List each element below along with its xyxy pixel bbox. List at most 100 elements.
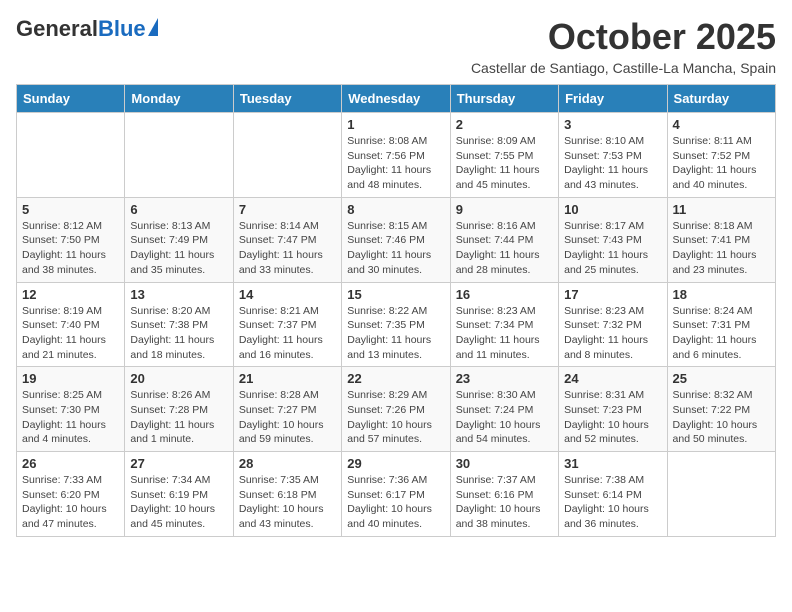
- logo: General Blue: [16, 16, 158, 42]
- day-number: 3: [564, 117, 661, 132]
- day-info: Sunrise: 7:38 AM Sunset: 6:14 PM Dayligh…: [564, 473, 661, 532]
- day-info: Sunrise: 8:32 AM Sunset: 7:22 PM Dayligh…: [673, 388, 770, 447]
- day-number: 6: [130, 202, 227, 217]
- day-info: Sunrise: 7:36 AM Sunset: 6:17 PM Dayligh…: [347, 473, 444, 532]
- day-number: 27: [130, 456, 227, 471]
- calendar-week-row: 19 Sunrise: 8:25 AM Sunset: 7:30 PM Dayli…: [17, 367, 776, 452]
- day-header-friday: Friday: [559, 85, 667, 113]
- day-header-wednesday: Wednesday: [342, 85, 450, 113]
- day-info: Sunrise: 8:16 AM Sunset: 7:44 PM Dayligh…: [456, 219, 553, 278]
- day-info: Sunrise: 7:33 AM Sunset: 6:20 PM Dayligh…: [22, 473, 119, 532]
- calendar-cell: 16 Sunrise: 8:23 AM Sunset: 7:34 PM Dayli…: [450, 282, 558, 367]
- day-number: 8: [347, 202, 444, 217]
- calendar-cell: 2Sunrise: 8:09 AM Sunset: 7:55 PM Daylig…: [450, 113, 558, 198]
- day-number: 29: [347, 456, 444, 471]
- logo-triangle-icon: [148, 18, 158, 36]
- calendar-table: SundayMondayTuesdayWednesdayThursdayFrid…: [16, 84, 776, 537]
- day-number: 16: [456, 287, 553, 302]
- day-number: 22: [347, 371, 444, 386]
- calendar-cell: 22 Sunrise: 8:29 AM Sunset: 7:26 PM Dayli…: [342, 367, 450, 452]
- day-info: Sunrise: 8:29 AM Sunset: 7:26 PM Dayligh…: [347, 388, 444, 447]
- day-header-thursday: Thursday: [450, 85, 558, 113]
- calendar-cell: 15 Sunrise: 8:22 AM Sunset: 7:35 PM Dayli…: [342, 282, 450, 367]
- page-header: General Blue October 2025 Castellar de S…: [16, 16, 776, 76]
- day-info: Sunrise: 8:30 AM Sunset: 7:24 PM Dayligh…: [456, 388, 553, 447]
- day-number: 28: [239, 456, 336, 471]
- day-info: Sunrise: 8:28 AM Sunset: 7:27 PM Dayligh…: [239, 388, 336, 447]
- calendar-cell: 19 Sunrise: 8:25 AM Sunset: 7:30 PM Dayli…: [17, 367, 125, 452]
- day-info: Sunrise: 7:37 AM Sunset: 6:16 PM Dayligh…: [456, 473, 553, 532]
- day-number: 26: [22, 456, 119, 471]
- day-number: 10: [564, 202, 661, 217]
- calendar-cell: 6 Sunrise: 8:13 AM Sunset: 7:49 PM Daylig…: [125, 197, 233, 282]
- day-info: Sunrise: 8:12 AM Sunset: 7:50 PM Dayligh…: [22, 219, 119, 278]
- calendar-cell: 30 Sunrise: 7:37 AM Sunset: 6:16 PM Dayli…: [450, 452, 558, 537]
- day-number: 9: [456, 202, 553, 217]
- day-info: Sunrise: 8:26 AM Sunset: 7:28 PM Dayligh…: [130, 388, 227, 447]
- calendar-cell: 4Sunrise: 8:11 AM Sunset: 7:52 PM Daylig…: [667, 113, 775, 198]
- month-title: October 2025: [471, 16, 776, 58]
- day-number: 23: [456, 371, 553, 386]
- calendar-cell: [667, 452, 775, 537]
- calendar-week-row: 26 Sunrise: 7:33 AM Sunset: 6:20 PM Dayli…: [17, 452, 776, 537]
- day-info: Sunrise: 8:21 AM Sunset: 7:37 PM Dayligh…: [239, 304, 336, 363]
- day-number: 19: [22, 371, 119, 386]
- day-info: Sunrise: 8:08 AM Sunset: 7:56 PM Dayligh…: [347, 134, 444, 193]
- calendar-cell: 12Sunrise: 8:19 AM Sunset: 7:40 PM Dayli…: [17, 282, 125, 367]
- calendar-cell: 17 Sunrise: 8:23 AM Sunset: 7:32 PM Dayli…: [559, 282, 667, 367]
- day-info: Sunrise: 8:09 AM Sunset: 7:55 PM Dayligh…: [456, 134, 553, 193]
- calendar-cell: 24 Sunrise: 8:31 AM Sunset: 7:23 PM Dayli…: [559, 367, 667, 452]
- day-number: 21: [239, 371, 336, 386]
- logo-blue-text: Blue: [98, 16, 146, 42]
- day-info: Sunrise: 8:14 AM Sunset: 7:47 PM Dayligh…: [239, 219, 336, 278]
- calendar-cell: [17, 113, 125, 198]
- day-number: 15: [347, 287, 444, 302]
- calendar-cell: 18Sunrise: 8:24 AM Sunset: 7:31 PM Dayli…: [667, 282, 775, 367]
- day-header-tuesday: Tuesday: [233, 85, 341, 113]
- day-info: Sunrise: 8:22 AM Sunset: 7:35 PM Dayligh…: [347, 304, 444, 363]
- calendar-cell: 13 Sunrise: 8:20 AM Sunset: 7:38 PM Dayli…: [125, 282, 233, 367]
- day-header-saturday: Saturday: [667, 85, 775, 113]
- logo-general-text: General: [16, 16, 98, 42]
- day-number: 30: [456, 456, 553, 471]
- day-info: Sunrise: 7:35 AM Sunset: 6:18 PM Dayligh…: [239, 473, 336, 532]
- day-number: 1: [347, 117, 444, 132]
- day-number: 24: [564, 371, 661, 386]
- day-info: Sunrise: 8:19 AM Sunset: 7:40 PM Dayligh…: [22, 304, 119, 363]
- calendar-cell: 20 Sunrise: 8:26 AM Sunset: 7:28 PM Dayli…: [125, 367, 233, 452]
- day-info: Sunrise: 8:17 AM Sunset: 7:43 PM Dayligh…: [564, 219, 661, 278]
- day-info: Sunrise: 8:13 AM Sunset: 7:49 PM Dayligh…: [130, 219, 227, 278]
- day-info: Sunrise: 8:25 AM Sunset: 7:30 PM Dayligh…: [22, 388, 119, 447]
- title-section: October 2025 Castellar de Santiago, Cast…: [471, 16, 776, 76]
- calendar-cell: [125, 113, 233, 198]
- calendar-cell: 11Sunrise: 8:18 AM Sunset: 7:41 PM Dayli…: [667, 197, 775, 282]
- calendar-cell: 5 Sunrise: 8:12 AM Sunset: 7:50 PM Daylig…: [17, 197, 125, 282]
- day-number: 14: [239, 287, 336, 302]
- day-number: 13: [130, 287, 227, 302]
- calendar-cell: 3 Sunrise: 8:10 AM Sunset: 7:53 PM Daylig…: [559, 113, 667, 198]
- day-info: Sunrise: 8:31 AM Sunset: 7:23 PM Dayligh…: [564, 388, 661, 447]
- day-info: Sunrise: 8:15 AM Sunset: 7:46 PM Dayligh…: [347, 219, 444, 278]
- day-number: 7: [239, 202, 336, 217]
- day-info: Sunrise: 8:10 AM Sunset: 7:53 PM Dayligh…: [564, 134, 661, 193]
- day-info: Sunrise: 8:23 AM Sunset: 7:32 PM Dayligh…: [564, 304, 661, 363]
- day-info: Sunrise: 8:20 AM Sunset: 7:38 PM Dayligh…: [130, 304, 227, 363]
- calendar-cell: 26 Sunrise: 7:33 AM Sunset: 6:20 PM Dayli…: [17, 452, 125, 537]
- day-number: 11: [673, 202, 770, 217]
- calendar-cell: 21 Sunrise: 8:28 AM Sunset: 7:27 PM Dayli…: [233, 367, 341, 452]
- day-number: 17: [564, 287, 661, 302]
- calendar-header-row: SundayMondayTuesdayWednesdayThursdayFrid…: [17, 85, 776, 113]
- calendar-cell: 9 Sunrise: 8:16 AM Sunset: 7:44 PM Daylig…: [450, 197, 558, 282]
- calendar-cell: 25Sunrise: 8:32 AM Sunset: 7:22 PM Dayli…: [667, 367, 775, 452]
- calendar-cell: [233, 113, 341, 198]
- day-number: 5: [22, 202, 119, 217]
- calendar-cell: 10 Sunrise: 8:17 AM Sunset: 7:43 PM Dayli…: [559, 197, 667, 282]
- location-subtitle: Castellar de Santiago, Castille-La Manch…: [471, 60, 776, 76]
- day-header-sunday: Sunday: [17, 85, 125, 113]
- calendar-cell: 1 Sunrise: 8:08 AM Sunset: 7:56 PM Daylig…: [342, 113, 450, 198]
- day-info: Sunrise: 8:23 AM Sunset: 7:34 PM Dayligh…: [456, 304, 553, 363]
- day-number: 20: [130, 371, 227, 386]
- day-info: Sunrise: 7:34 AM Sunset: 6:19 PM Dayligh…: [130, 473, 227, 532]
- calendar-week-row: 1 Sunrise: 8:08 AM Sunset: 7:56 PM Daylig…: [17, 113, 776, 198]
- calendar-cell: 29 Sunrise: 7:36 AM Sunset: 6:17 PM Dayli…: [342, 452, 450, 537]
